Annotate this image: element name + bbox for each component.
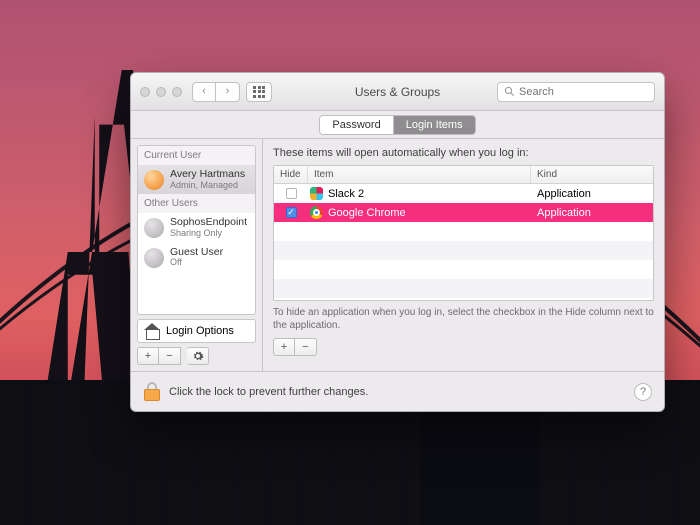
forward-button[interactable]: › (216, 82, 240, 102)
minimize-window-button[interactable] (156, 87, 166, 97)
tab-login-items[interactable]: Login Items (393, 116, 475, 134)
avatar (144, 218, 164, 238)
table-row (274, 222, 653, 241)
item-kind: Application (531, 188, 653, 200)
sidebar-buttons: + − (137, 347, 256, 365)
col-item[interactable]: Item (308, 166, 531, 183)
lock-text: Click the lock to prevent further change… (169, 386, 368, 398)
table-row (274, 260, 653, 279)
item-name: Google Chrome (328, 207, 406, 219)
preferences-window: ‹ › Users & Groups Password Login Items … (130, 72, 665, 412)
chevron-left-icon: ‹ (202, 86, 206, 97)
grid-icon (253, 86, 265, 98)
hide-checkbox[interactable] (286, 188, 297, 199)
intro-text: These items will open automatically when… (273, 147, 654, 159)
user-row[interactable]: SophosEndpoint Sharing Only (138, 213, 255, 242)
table-row (274, 241, 653, 260)
user-row-current[interactable]: Avery Hartmans Admin, Managed (138, 165, 255, 194)
user-role: Sharing Only (170, 229, 247, 239)
help-button[interactable]: ? (634, 383, 652, 401)
section-other-users: Other Users (138, 194, 255, 213)
login-options-label: Login Options (166, 325, 234, 337)
footer: Click the lock to prevent further change… (131, 371, 664, 411)
item-kind: Application (531, 207, 653, 219)
close-window-button[interactable] (140, 87, 150, 97)
avatar (144, 248, 164, 268)
window-controls (140, 87, 182, 97)
table-row (274, 279, 653, 298)
search-field[interactable] (497, 82, 655, 102)
search-icon (504, 86, 515, 97)
user-actions-button[interactable] (187, 347, 209, 365)
table-row[interactable]: ✓ Google Chrome Application (274, 203, 653, 222)
app-icon (310, 206, 323, 219)
remove-user-button[interactable]: − (159, 347, 181, 365)
lock-button[interactable] (143, 382, 161, 402)
add-item-button[interactable]: + (273, 338, 295, 356)
add-user-button[interactable]: + (137, 347, 159, 365)
search-input[interactable] (519, 86, 648, 98)
check-icon: ✓ (287, 208, 295, 217)
gear-icon (192, 350, 204, 362)
avatar (144, 170, 164, 190)
sidebar: Current User Avery Hartmans Admin, Manag… (131, 139, 263, 371)
house-icon (144, 324, 160, 338)
login-options-button[interactable]: Login Options (137, 319, 256, 343)
item-buttons: + − (273, 338, 654, 356)
user-row[interactable]: Guest User Off (138, 243, 255, 272)
titlebar: ‹ › Users & Groups (131, 73, 664, 111)
main-panel: These items will open automatically when… (263, 139, 664, 371)
lock-body-icon (144, 389, 160, 401)
section-current-user: Current User (138, 146, 255, 165)
tab-bar: Password Login Items (131, 111, 664, 139)
back-button[interactable]: ‹ (192, 82, 216, 102)
hide-checkbox[interactable]: ✓ (286, 207, 297, 218)
nav-buttons: ‹ › (192, 82, 240, 102)
tab-password[interactable]: Password (320, 116, 392, 134)
remove-item-button[interactable]: − (295, 338, 317, 356)
item-name: Slack 2 (328, 188, 364, 200)
table-header: Hide Item Kind (274, 166, 653, 184)
user-name: Avery Hartmans (170, 169, 245, 181)
zoom-window-button[interactable] (172, 87, 182, 97)
col-kind[interactable]: Kind (531, 166, 653, 183)
app-icon (310, 187, 323, 200)
show-all-button[interactable] (246, 82, 272, 102)
col-hide[interactable]: Hide (274, 166, 308, 183)
user-list: Current User Avery Hartmans Admin, Manag… (137, 145, 256, 315)
login-items-table: Hide Item Kind Slack 2 Application ✓ Goo… (273, 165, 654, 301)
chevron-right-icon: › (226, 86, 230, 97)
table-row[interactable]: Slack 2 Application (274, 184, 653, 203)
hint-text: To hide an application when you log in, … (273, 307, 654, 332)
user-role: Off (170, 258, 223, 268)
user-role: Admin, Managed (170, 181, 245, 191)
